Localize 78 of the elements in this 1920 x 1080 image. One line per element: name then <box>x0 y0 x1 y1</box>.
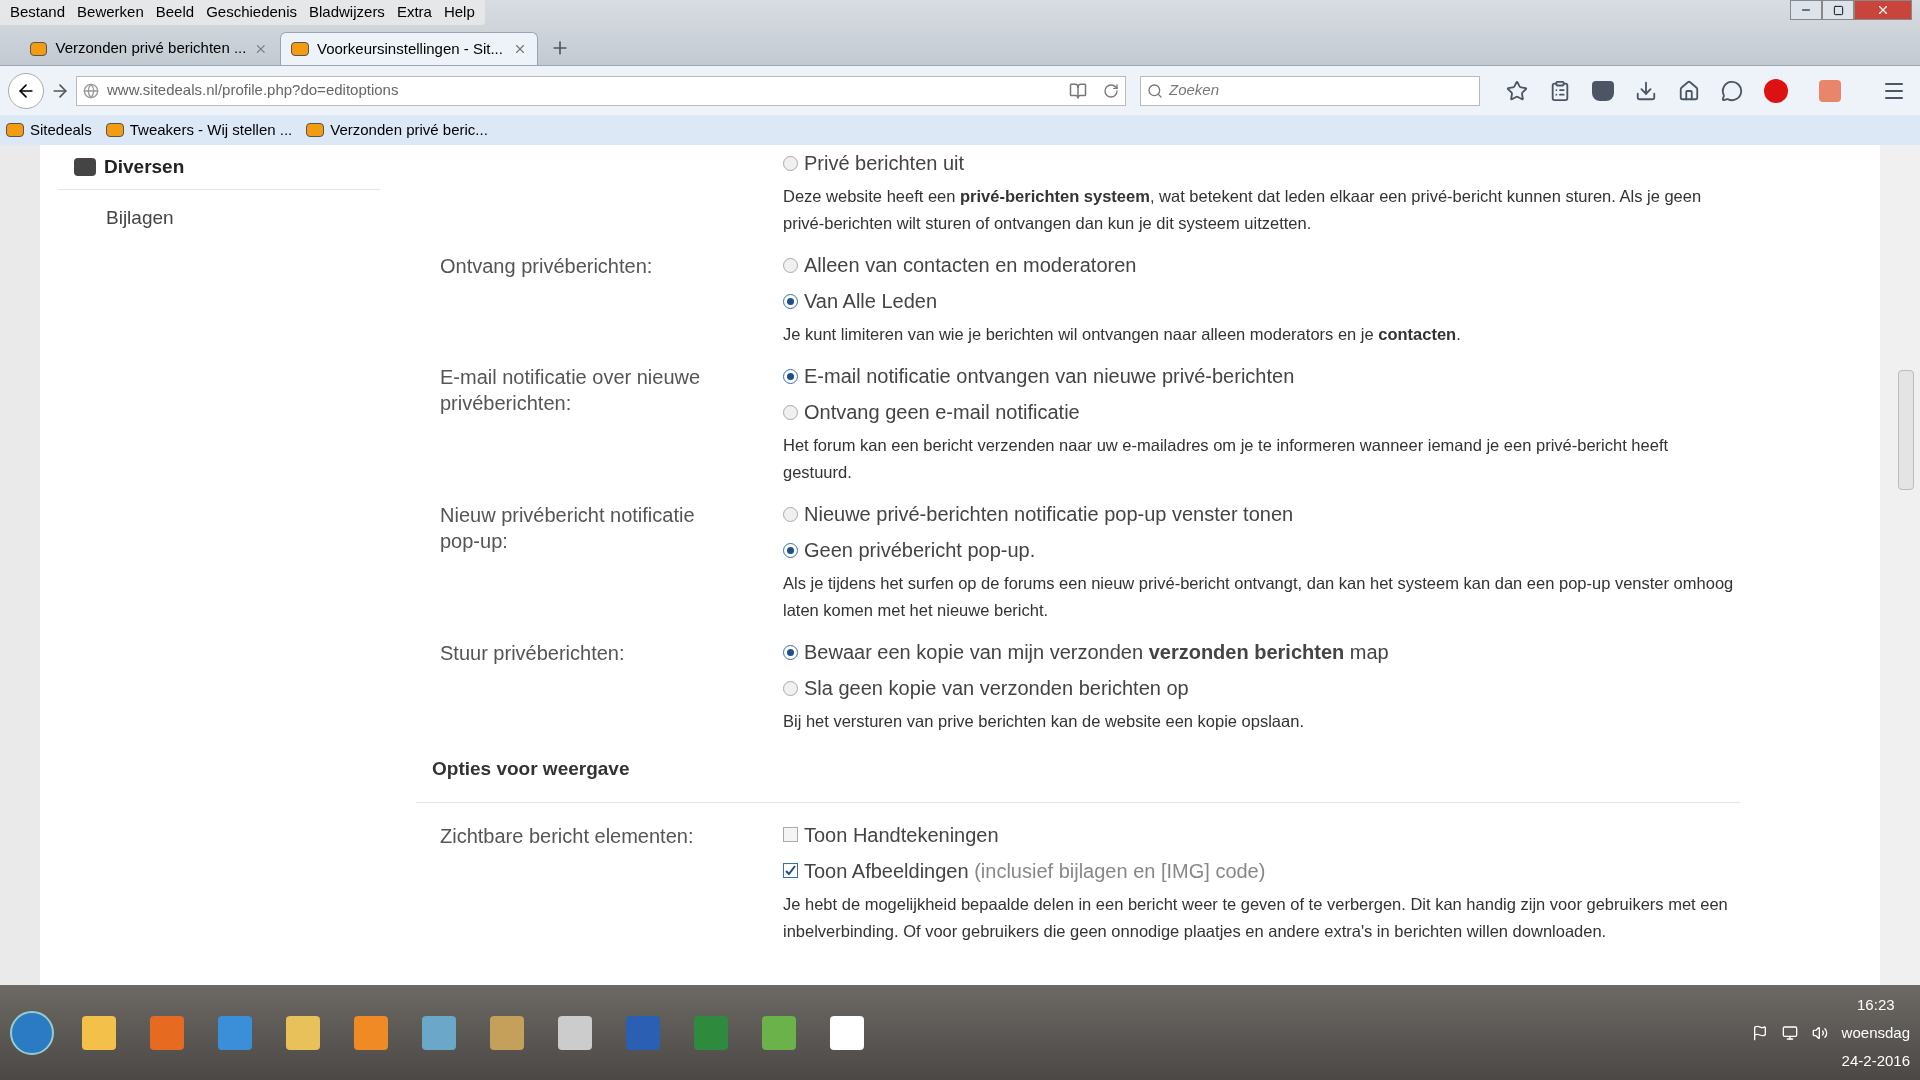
option-label: Van Alle Leden <box>804 289 938 314</box>
reload-icon[interactable] <box>1103 82 1119 99</box>
search-icon <box>1147 82 1163 99</box>
scrollbar-thumb[interactable] <box>1898 370 1914 490</box>
volume-icon[interactable] <box>1811 1024 1828 1041</box>
option-label: Sla geen kopie van verzonden berichten op <box>804 676 1189 701</box>
site-logo-icon <box>30 41 48 56</box>
globe-icon <box>83 82 99 99</box>
bookmark-item[interactable]: Verzonden privé beric... <box>306 118 488 142</box>
menu-item[interactable]: Geschiedenis <box>200 1 303 24</box>
option-label: Privé berichten uit <box>804 151 965 176</box>
setting-description: Als je tijdens het surfen op de forums een nieuw privé-bericht ontvangt, dan kan het systeem kan dan een pop-up venster omhoog laten komen met het nieuwe bericht. <box>783 573 1735 621</box>
sidebar-item[interactable]: Bijlagen <box>58 190 380 233</box>
radio-button[interactable] <box>783 644 798 660</box>
network-icon[interactable] <box>1781 1024 1798 1041</box>
site-logo-icon <box>306 123 325 137</box>
setting-description: Deze website heeft een privé-berichten systeem, wat betekent dat leden elkaar een privé-bericht kunnen sturen. Als je geen privé-berichten wilt sturen of ontvangen dan kun je dit systeem uitzetten. <box>783 186 1703 234</box>
close-icon <box>1876 3 1890 17</box>
radio-button[interactable] <box>783 368 798 384</box>
setting-label: Ontvang privéberichten: <box>440 254 654 279</box>
restore-button[interactable] <box>1822 0 1854 20</box>
option-label: Bewaar een kopie van mijn verzonden verzonden berichten map <box>804 640 1389 665</box>
search-field[interactable]: Zoeken <box>1140 75 1480 106</box>
reader-view-icon[interactable] <box>1069 81 1087 100</box>
menu-item[interactable]: Bladwijzers <box>303 1 391 24</box>
sidebar-heading: Diversen <box>104 154 185 179</box>
option-label: E-mail notificatie ontvangen van nieuwe privé-berichten <box>804 364 1295 389</box>
setting-label: E-mail notificatie over nieuwe privéberichten: <box>440 365 702 416</box>
menu-item[interactable]: Extra <box>390 1 438 24</box>
start-button[interactable] <box>10 1010 54 1055</box>
option-label: Ontvang geen e-mail notificatie <box>804 400 1080 425</box>
setting-label: Zichtbare bericht elementen: <box>440 823 695 849</box>
site-logo-icon <box>291 42 309 56</box>
menu-item[interactable]: Help <box>437 1 481 24</box>
option-label: Alleen van contacten en moderatoren <box>804 253 1137 278</box>
bookmark-item[interactable]: Tweakers - Wij stellen ... <box>105 118 293 142</box>
extension-icon[interactable] <box>1819 79 1841 102</box>
setting-description: Het forum kan een bericht verzenden naar uw e-mailadres om je te informeren wanneer iemand je een privé-bericht heeft gestuurd. <box>783 435 1670 483</box>
clock-date[interactable]: 24-2-2016 <box>1841 1046 1910 1075</box>
site-logo-icon <box>105 123 124 137</box>
radio-button[interactable] <box>783 257 798 273</box>
clock-day[interactable]: woensdag <box>1841 1018 1910 1047</box>
home-icon[interactable] <box>1678 79 1700 102</box>
option-label: Toon Handtekeningen <box>804 822 999 848</box>
checkbox[interactable] <box>783 827 798 842</box>
browser-tab[interactable]: Voorkeursinstellingen - Sit... <box>280 32 538 65</box>
clock-time[interactable]: 16:23 <box>1857 990 1895 1019</box>
option-label: Toon Afbeeldingen (inclusief bijlagen en [IMG] code) <box>804 858 1266 884</box>
radio-button[interactable] <box>783 404 798 420</box>
back-button[interactable] <box>8 72 44 109</box>
checkbox[interactable] <box>783 863 798 878</box>
setting-description: Je kunt limiteren van wie je berichten wil ontvangen naar alleen moderators en je contacten. <box>783 324 1462 345</box>
setting-description: Bij het versturen van prive berichten kan de website een kopie opslaan. <box>783 711 1305 732</box>
flag-icon[interactable] <box>1751 1024 1768 1041</box>
section-heading: Opties voor weergave <box>416 755 1740 803</box>
bookmark-item[interactable]: Sitedeals <box>6 118 92 142</box>
browser-tab[interactable]: Verzonden privé berichten ... <box>20 32 278 65</box>
download-icon[interactable] <box>1635 79 1657 102</box>
radio-button[interactable] <box>783 680 798 696</box>
restore-icon <box>1832 4 1844 16</box>
menu-item[interactable]: Beeld <box>149 1 201 24</box>
option-label: Geen privébericht pop-up. <box>804 538 1036 563</box>
setting-label: Stuur privéberichten: <box>440 641 626 666</box>
close-tab-icon[interactable] <box>513 42 527 56</box>
bookmark-star-icon[interactable] <box>1506 79 1528 102</box>
radio-button[interactable] <box>783 506 798 522</box>
address-bar[interactable]: www.sitedeals.nl/profile.php?do=editoptions <box>76 75 1126 106</box>
chat-icon[interactable] <box>1721 79 1743 102</box>
setting-label: Nieuw privébericht notificatie pop-up: <box>440 503 696 554</box>
setting-description: Je hebt de mogelijkheid bepaalde delen in een bericht weer te geven of te verbergen. Dit kan handig zijn voor gebruikers met een inbelverbinding. Of voor gebruikers die geen onnodige plaatjes en andere extra's in berichten willen downloaden. <box>783 893 1729 942</box>
radio-button[interactable] <box>783 293 798 309</box>
menu-item[interactable]: Bestand <box>4 1 72 24</box>
radio-button[interactable] <box>783 155 798 171</box>
site-logo-icon <box>6 123 24 137</box>
radio-button[interactable] <box>783 542 798 558</box>
menu-item[interactable]: Bewerken <box>71 1 150 24</box>
reading-list-icon[interactable] <box>1549 79 1571 102</box>
option-label: Nieuwe privé-berichten notificatie pop-up venster tonen <box>804 502 1294 527</box>
